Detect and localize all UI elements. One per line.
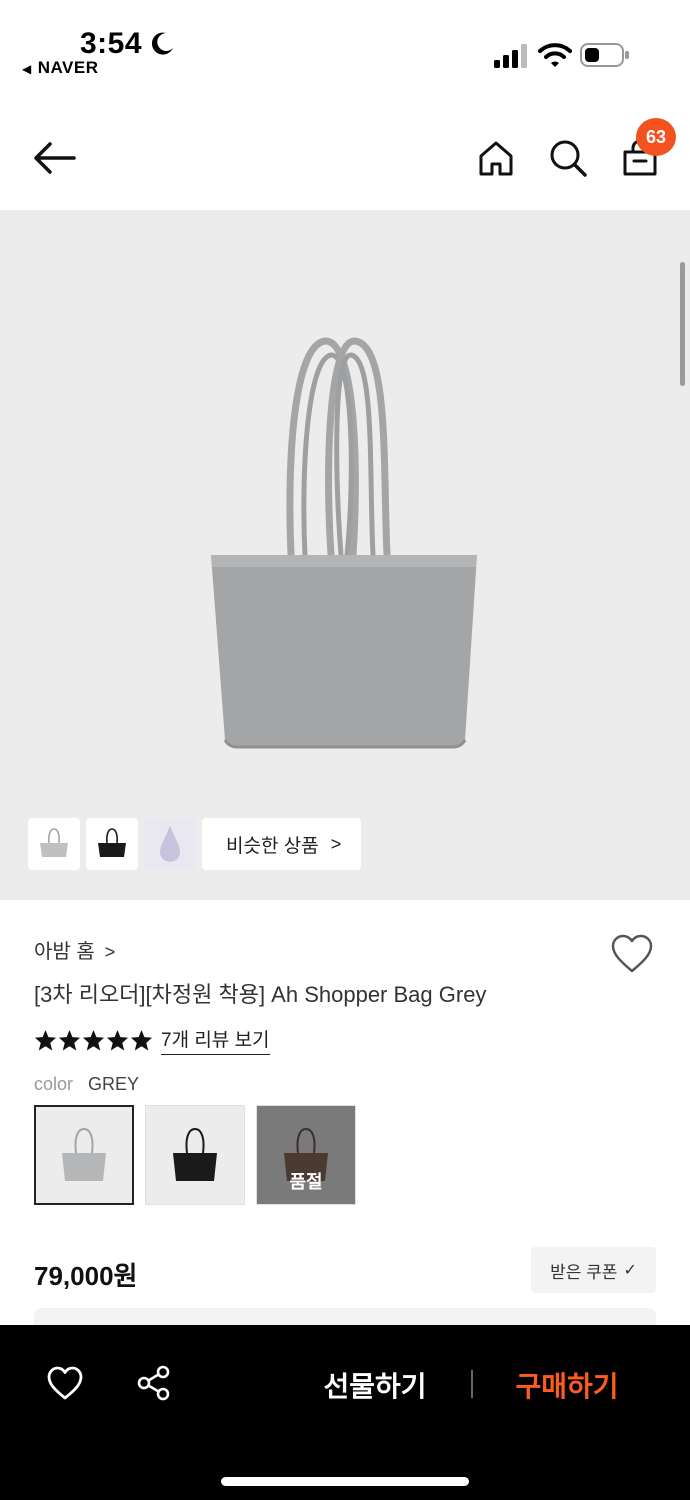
back-arrow-icon[interactable] xyxy=(30,138,78,178)
thumbnail-black-bag[interactable] xyxy=(86,818,138,870)
home-indicator[interactable] xyxy=(221,1477,469,1486)
back-to-app-link[interactable]: ◀ NAVER xyxy=(22,58,98,78)
received-coupon-button[interactable]: 받은 쿠폰 ✓ xyxy=(531,1247,656,1293)
grey-shopper-bag-image xyxy=(211,337,477,749)
store-name: 아밤 홈 xyxy=(34,941,95,963)
black-bag-thumb-image xyxy=(98,828,126,857)
black-bag-swatch-image xyxy=(173,1127,217,1181)
similar-products-button[interactable]: 비슷한 상품 > xyxy=(202,818,362,870)
chevron-right-icon: > xyxy=(330,833,342,854)
gift-button[interactable]: 선물하기 xyxy=(305,1362,445,1408)
heart-icon[interactable] xyxy=(46,1365,84,1401)
status-time: 3:54 xyxy=(80,27,143,60)
color-label: color xyxy=(34,1074,74,1094)
swatch-black[interactable] xyxy=(145,1105,245,1205)
view-reviews-link[interactable]: 7개 리뷰 보기 xyxy=(161,1025,270,1055)
similar-products-label: 비슷한 상품 xyxy=(226,835,319,857)
product-price: 79,000원 xyxy=(34,1261,138,1291)
selected-color-value: GREY xyxy=(88,1074,140,1094)
wifi-icon xyxy=(538,43,572,67)
battery-icon xyxy=(580,43,629,67)
bottom-action-bar xyxy=(0,1325,690,1500)
star-icon xyxy=(106,1029,129,1051)
swatch-brown-soldout[interactable]: 품절 xyxy=(256,1105,356,1205)
buy-button[interactable]: 구매하기 xyxy=(497,1362,637,1408)
status-bar: 3:54 ◀ NAVER xyxy=(0,0,690,92)
grey-bag-swatch-image xyxy=(62,1127,106,1181)
color-swatches: 품절 xyxy=(34,1105,356,1205)
wishlist-heart-icon[interactable] xyxy=(610,933,654,975)
check-icon: ✓ xyxy=(623,1262,637,1279)
store-link[interactable]: 아밤 홈 > xyxy=(34,935,115,964)
thumbnail-strip: 비슷한 상품 > xyxy=(28,818,362,870)
color-option-row: color GREY xyxy=(34,1074,139,1095)
cellular-signal-icon xyxy=(494,44,527,68)
chevron-right-icon: > xyxy=(104,942,116,962)
back-triangle-icon: ◀ xyxy=(22,62,32,76)
share-icon[interactable] xyxy=(136,1365,172,1401)
grey-bag-thumb-image xyxy=(40,828,68,857)
thumbnail-lavender-bag[interactable] xyxy=(144,818,196,870)
rating-stars xyxy=(34,1029,153,1051)
swatch-grey[interactable] xyxy=(34,1105,134,1205)
search-icon[interactable] xyxy=(548,138,588,178)
home-icon[interactable] xyxy=(476,138,516,178)
rating-row: 7개 리뷰 보기 xyxy=(34,1025,270,1055)
star-icon xyxy=(82,1029,105,1051)
coupon-label: 받은 쿠폰 xyxy=(550,1262,618,1282)
image-scroll-indicator xyxy=(680,262,685,386)
back-app-label: NAVER xyxy=(37,58,99,77)
bottom-bar-divider xyxy=(471,1370,473,1398)
product-title: [3차 리오더][차정원 착용] Ah Shopper Bag Grey xyxy=(34,982,487,1007)
star-icon xyxy=(58,1029,81,1051)
thumbnail-grey-bag[interactable] xyxy=(28,818,80,870)
soldout-label: 품절 xyxy=(289,1172,323,1192)
lavender-bag-thumb-image xyxy=(160,826,180,862)
cart-count-badge: 63 xyxy=(636,118,676,156)
product-image-gallery[interactable] xyxy=(0,210,690,900)
moon-icon xyxy=(151,32,173,55)
star-icon xyxy=(34,1029,57,1051)
star-icon xyxy=(130,1029,153,1051)
